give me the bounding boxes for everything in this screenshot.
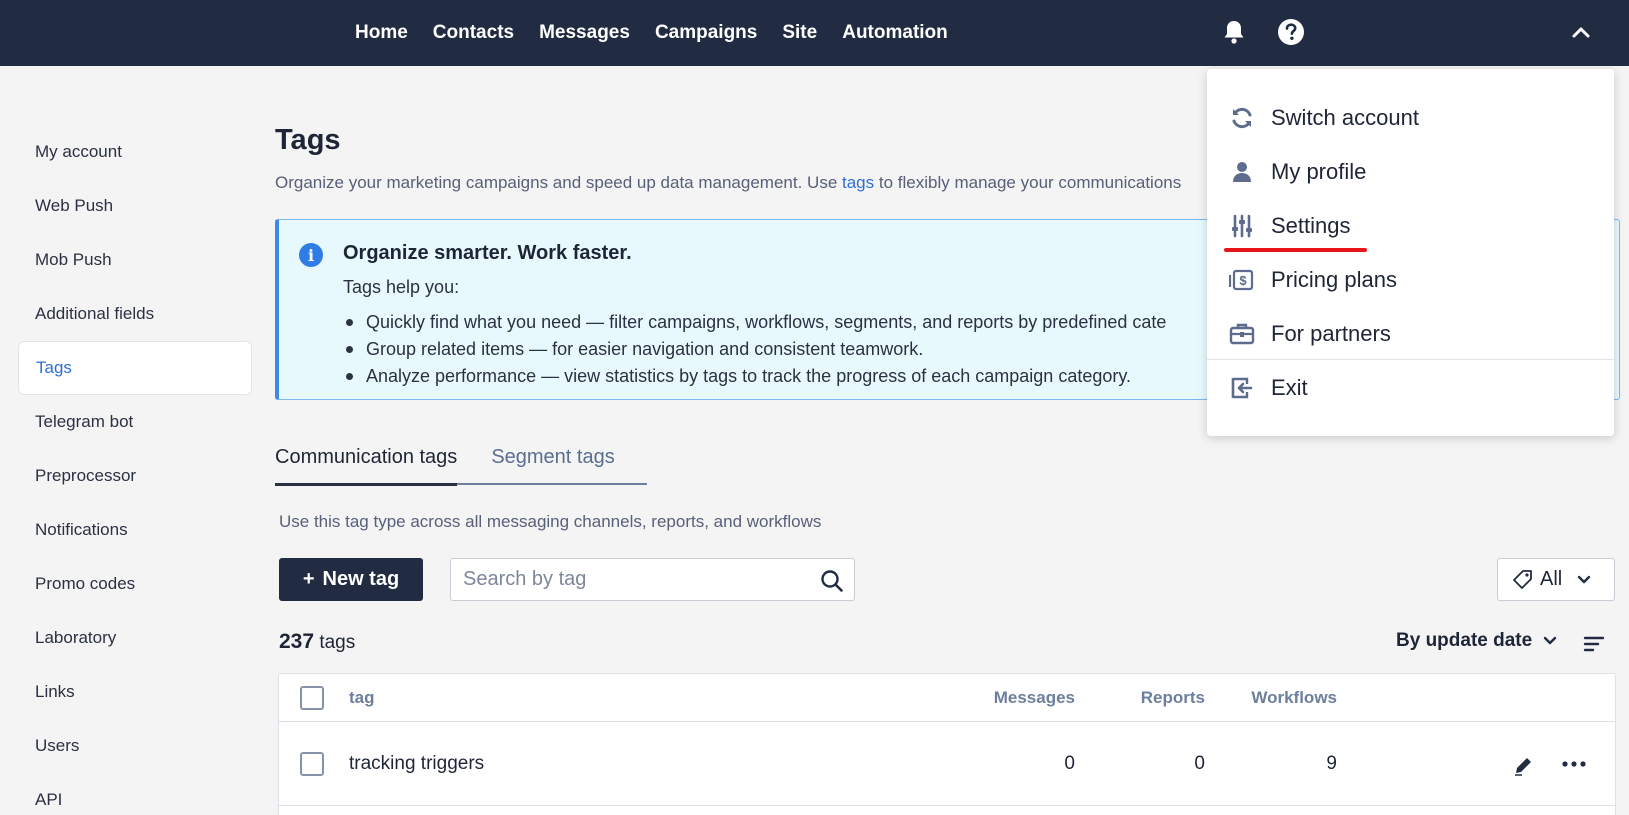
svg-text:$: $ xyxy=(1239,273,1247,288)
column-reports[interactable]: Reports xyxy=(1095,688,1205,708)
exit-icon xyxy=(1229,375,1255,401)
tag-icon xyxy=(1513,569,1532,589)
tags-help-link[interactable]: tags xyxy=(842,173,874,192)
briefcase-icon xyxy=(1229,321,1255,347)
tag-count-number: 237 xyxy=(279,630,315,653)
tag-filter-select[interactable]: All xyxy=(1497,558,1615,601)
nav-contacts[interactable]: Contacts xyxy=(433,22,514,44)
info-bullet: Quickly find what you need — filter camp… xyxy=(343,309,1166,336)
info-bullet-list: Quickly find what you need — filter camp… xyxy=(343,309,1166,390)
menu-item-exit[interactable]: Exit xyxy=(1207,361,1614,415)
sidebar-item-mob-push[interactable]: Mob Push xyxy=(18,233,252,287)
sidebar-item-my-account[interactable]: My account xyxy=(18,125,252,179)
sidebar-item-users[interactable]: Users xyxy=(18,719,252,773)
filter-value: All xyxy=(1540,568,1563,590)
refresh-icon xyxy=(1229,105,1255,131)
tag-search xyxy=(450,558,855,601)
settings-highlight-underline xyxy=(1224,248,1367,252)
tab-description: Use this tag type across all messaging c… xyxy=(279,512,822,531)
sidebar-item-web-push[interactable]: Web Push xyxy=(18,179,252,233)
messages-count: 0 xyxy=(1064,753,1075,774)
info-subtitle: Tags help you: xyxy=(343,277,460,297)
sidebar-item-promo-codes[interactable]: Promo codes xyxy=(18,557,252,611)
row-checkbox[interactable] xyxy=(300,752,324,776)
bell-icon[interactable] xyxy=(1217,15,1251,49)
select-all-checkbox[interactable] xyxy=(300,686,324,710)
menu-divider xyxy=(1207,359,1614,360)
tag-type-tabs: Communication tags Segment tags xyxy=(275,440,647,486)
info-bullet: Group related items — for easier navigat… xyxy=(343,336,1166,363)
workflows-count: 9 xyxy=(1326,753,1337,774)
menu-item-for-partners[interactable]: For partners xyxy=(1207,307,1614,361)
menu-item-label: Switch account xyxy=(1271,105,1419,130)
sort-label: By update date xyxy=(1396,630,1533,651)
reports-count: 0 xyxy=(1194,753,1205,774)
search-icon[interactable] xyxy=(820,569,844,593)
sidebar-item-tags[interactable]: Tags xyxy=(18,341,252,395)
tags-table: tag Messages Reports Workflows tracking … xyxy=(278,673,1616,815)
sidebar-item-api[interactable]: API xyxy=(18,773,252,815)
page-title: Tags xyxy=(275,124,341,156)
sidebar-item-notifications[interactable]: Notifications xyxy=(18,503,252,557)
tag-name[interactable]: tracking triggers xyxy=(349,753,484,775)
sidebar-item-preprocessor[interactable]: Preprocessor xyxy=(18,449,252,503)
new-tag-button[interactable]: + New tag xyxy=(279,558,423,601)
menu-item-my-profile[interactable]: My profile xyxy=(1207,145,1614,199)
more-options-icon[interactable] xyxy=(1562,760,1586,768)
question-icon[interactable] xyxy=(1274,15,1308,49)
tag-count-unit: tags xyxy=(319,632,356,653)
info-title: Organize smarter. Work faster. xyxy=(343,242,632,264)
nav-campaigns[interactable]: Campaigns xyxy=(655,22,757,44)
chevron-down-icon xyxy=(1578,575,1591,583)
menu-item-label: My profile xyxy=(1271,159,1367,184)
menu-item-label: Settings xyxy=(1271,213,1351,238)
menu-item-settings[interactable]: Settings xyxy=(1207,199,1614,253)
tab-segment-tags[interactable]: Segment tags xyxy=(491,440,614,485)
sort-order-icon[interactable] xyxy=(1583,634,1605,654)
sliders-icon xyxy=(1229,213,1255,239)
sidebar-item-laboratory[interactable]: Laboratory xyxy=(18,611,252,665)
account-dropdown-menu: Switch account My profile Settings $ Pri… xyxy=(1207,69,1614,436)
sidebar-item-additional-fields[interactable]: Additional fields xyxy=(18,287,252,341)
tab-communication-tags[interactable]: Communication tags xyxy=(275,440,458,486)
table-row[interactable]: tracking triggers 0 0 9 xyxy=(279,722,1615,806)
sort-select[interactable]: By update date xyxy=(1396,630,1558,652)
user-icon xyxy=(1229,159,1255,185)
chevron-up-icon[interactable] xyxy=(1564,15,1598,49)
edit-pencil-icon[interactable] xyxy=(1512,753,1534,777)
menu-item-pricing-plans[interactable]: $ Pricing plans xyxy=(1207,253,1614,307)
nav-home[interactable]: Home xyxy=(355,22,408,44)
nav-automation[interactable]: Automation xyxy=(842,22,948,44)
page-desc-text-end: to flexibly manage your communications xyxy=(874,173,1182,192)
menu-item-label: Exit xyxy=(1271,375,1308,400)
page-desc-text: Organize your marketing campaigns and sp… xyxy=(275,173,842,192)
column-tag[interactable]: tag xyxy=(349,688,375,708)
nav-site[interactable]: Site xyxy=(782,22,817,44)
sidebar-item-telegram-bot[interactable]: Telegram bot xyxy=(18,395,252,449)
tag-count: 237 tags xyxy=(279,630,355,654)
new-tag-label: New tag xyxy=(322,568,400,590)
info-icon: i xyxy=(299,243,323,267)
info-bullet: Analyze performance — view statistics by… xyxy=(343,363,1166,390)
nav-messages[interactable]: Messages xyxy=(539,22,630,44)
chevron-down-icon xyxy=(1544,636,1557,645)
plus-icon: + xyxy=(302,568,315,590)
column-messages[interactable]: Messages xyxy=(975,688,1075,708)
banknote-icon: $ xyxy=(1229,267,1255,293)
search-input[interactable] xyxy=(463,559,803,600)
table-header: tag Messages Reports Workflows xyxy=(279,674,1615,722)
top-navbar: Home Contacts Messages Campaigns Site Au… xyxy=(0,0,1629,66)
menu-item-label: For partners xyxy=(1271,321,1391,346)
sidebar-item-links[interactable]: Links xyxy=(18,665,252,719)
page-description: Organize your marketing campaigns and sp… xyxy=(275,173,1181,193)
menu-item-switch-account[interactable]: Switch account xyxy=(1207,91,1614,145)
column-workflows[interactable]: Workflows xyxy=(1217,688,1337,708)
main-nav: Home Contacts Messages Campaigns Site Au… xyxy=(355,0,948,66)
menu-item-label: Pricing plans xyxy=(1271,267,1397,292)
settings-sidebar: My account Web Push Mob Push Additional … xyxy=(18,125,252,815)
